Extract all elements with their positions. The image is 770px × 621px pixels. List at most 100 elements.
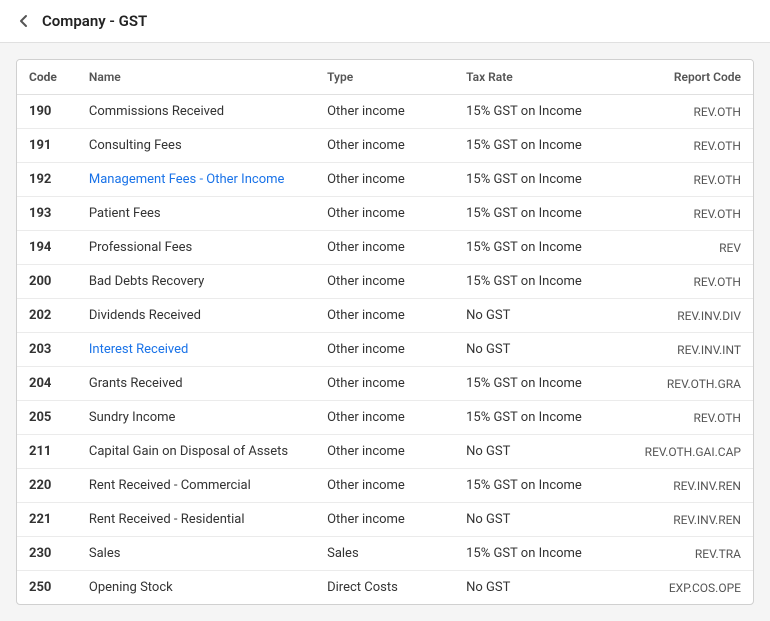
table-row: 203 Interest Received Other incomeNo GSTRE… xyxy=(17,333,753,367)
cell-reportcode: REV.INV.REN xyxy=(633,503,753,537)
cell-code: 203 xyxy=(17,333,77,367)
table-row: 211Capital Gain on Disposal of AssetsOth… xyxy=(17,435,753,469)
cell-reportcode: REV.OTH xyxy=(633,163,753,197)
cell-name: Commissions Received xyxy=(77,95,315,129)
cell-code: 202 xyxy=(17,299,77,333)
cell-taxrate: 15% GST on Income xyxy=(454,367,633,401)
col-header-type: Type xyxy=(315,60,454,95)
cell-taxrate: No GST xyxy=(454,333,633,367)
data-table-container: Code Name Type Tax Rate Report Code 190C… xyxy=(16,59,754,605)
page-header: Company - GST xyxy=(0,0,770,43)
cell-type: Other income xyxy=(315,95,454,129)
cell-taxrate: 15% GST on Income xyxy=(454,197,633,231)
table-row: 250Opening StockDirect CostsNo GSTEXP.CO… xyxy=(17,571,753,605)
cell-taxrate: 15% GST on Income xyxy=(454,231,633,265)
col-header-reportcode: Report Code xyxy=(633,60,753,95)
cell-taxrate: 15% GST on Income xyxy=(454,95,633,129)
cell-reportcode: REV.OTH xyxy=(633,95,753,129)
cell-taxrate: No GST xyxy=(454,571,633,605)
account-name-link[interactable]: Interest Received xyxy=(89,342,188,357)
cell-reportcode: REV.OTH xyxy=(633,197,753,231)
cell-type: Direct Costs xyxy=(315,571,454,605)
cell-code: 194 xyxy=(17,231,77,265)
cell-reportcode: EXP.COS.OPE xyxy=(633,571,753,605)
cell-name[interactable]: Management Fees - Other Income xyxy=(77,163,315,197)
cell-name: Patient Fees xyxy=(77,197,315,231)
cell-taxrate: No GST xyxy=(454,299,633,333)
cell-code: 205 xyxy=(17,401,77,435)
cell-type: Other income xyxy=(315,163,454,197)
main-content: Code Name Type Tax Rate Report Code 190C… xyxy=(0,43,770,621)
table-row: 220Rent Received - CommercialOther incom… xyxy=(17,469,753,503)
table-row: 200Bad Debts RecoveryOther income15% GST… xyxy=(17,265,753,299)
cell-code: 193 xyxy=(17,197,77,231)
cell-taxrate: 15% GST on Income xyxy=(454,537,633,571)
cell-type: Other income xyxy=(315,503,454,537)
table-row: 194Professional FeesOther income15% GST … xyxy=(17,231,753,265)
cell-type: Other income xyxy=(315,197,454,231)
accounts-table: Code Name Type Tax Rate Report Code 190C… xyxy=(17,60,753,604)
cell-code: 192 xyxy=(17,163,77,197)
cell-taxrate: 15% GST on Income xyxy=(454,469,633,503)
account-name-link[interactable]: Management Fees - Other Income xyxy=(89,172,285,187)
cell-type: Other income xyxy=(315,129,454,163)
cell-type: Other income xyxy=(315,333,454,367)
table-row: 192 Management Fees - Other Income Other i… xyxy=(17,163,753,197)
col-header-code: Code xyxy=(17,60,77,95)
cell-code: 204 xyxy=(17,367,77,401)
cell-type: Other income xyxy=(315,469,454,503)
cell-type: Sales xyxy=(315,537,454,571)
cell-name: Sundry Income xyxy=(77,401,315,435)
table-row: 190Commissions ReceivedOther income15% G… xyxy=(17,95,753,129)
cell-type: Other income xyxy=(315,367,454,401)
table-row: 204Grants ReceivedOther income15% GST on… xyxy=(17,367,753,401)
cell-taxrate: 15% GST on Income xyxy=(454,401,633,435)
table-row: 230SalesSales15% GST on IncomeREV.TRA xyxy=(17,537,753,571)
cell-reportcode: REV.OTH xyxy=(633,265,753,299)
cell-name: Dividends Received xyxy=(77,299,315,333)
cell-type: Other income xyxy=(315,401,454,435)
cell-name: Grants Received xyxy=(77,367,315,401)
cell-name: Consulting Fees xyxy=(77,129,315,163)
cell-code: 200 xyxy=(17,265,77,299)
cell-code: 211 xyxy=(17,435,77,469)
cell-code: 190 xyxy=(17,95,77,129)
cell-name[interactable]: Interest Received xyxy=(77,333,315,367)
table-row: 205Sundry IncomeOther income15% GST on I… xyxy=(17,401,753,435)
back-arrow-icon xyxy=(16,13,32,29)
cell-name: Capital Gain on Disposal of Assets xyxy=(77,435,315,469)
back-button[interactable] xyxy=(16,13,32,29)
cell-name: Opening Stock xyxy=(77,571,315,605)
col-header-name: Name xyxy=(77,60,315,95)
table-row: 193Patient FeesOther income15% GST on In… xyxy=(17,197,753,231)
cell-reportcode: REV.INV.DIV xyxy=(633,299,753,333)
cell-code: 220 xyxy=(17,469,77,503)
cell-taxrate: No GST xyxy=(454,435,633,469)
cell-reportcode: REV.OTH xyxy=(633,401,753,435)
cell-name: Professional Fees xyxy=(77,231,315,265)
cell-code: 221 xyxy=(17,503,77,537)
cell-reportcode: REV.OTH.GRA xyxy=(633,367,753,401)
table-header-row: Code Name Type Tax Rate Report Code xyxy=(17,60,753,95)
cell-code: 191 xyxy=(17,129,77,163)
cell-name: Rent Received - Commercial xyxy=(77,469,315,503)
cell-name: Bad Debts Recovery xyxy=(77,265,315,299)
cell-type: Other income xyxy=(315,265,454,299)
cell-code: 230 xyxy=(17,537,77,571)
cell-taxrate: No GST xyxy=(454,503,633,537)
cell-reportcode: REV.OTH.GAI.CAP xyxy=(633,435,753,469)
page-title: Company - GST xyxy=(42,12,147,30)
cell-taxrate: 15% GST on Income xyxy=(454,129,633,163)
col-header-taxrate: Tax Rate xyxy=(454,60,633,95)
cell-name: Sales xyxy=(77,537,315,571)
table-row: 191Consulting FeesOther income15% GST on… xyxy=(17,129,753,163)
cell-reportcode: REV.INV.INT xyxy=(633,333,753,367)
cell-type: Other income xyxy=(315,231,454,265)
cell-reportcode: REV.OTH xyxy=(633,129,753,163)
cell-reportcode: REV xyxy=(633,231,753,265)
cell-reportcode: REV.TRA xyxy=(633,537,753,571)
cell-reportcode: REV.INV.REN xyxy=(633,469,753,503)
cell-code: 250 xyxy=(17,571,77,605)
cell-name: Rent Received - Residential xyxy=(77,503,315,537)
table-row: 221Rent Received - ResidentialOther inco… xyxy=(17,503,753,537)
